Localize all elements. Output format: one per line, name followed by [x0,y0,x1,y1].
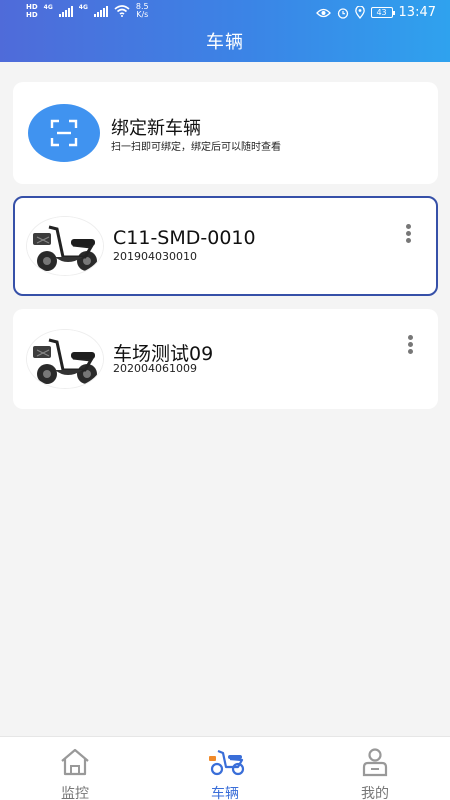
network-type-2: 4G [78,3,88,11]
vehicle-card[interactable]: 车场测试09 202004061009 [13,309,438,409]
user-icon [362,748,388,777]
hd-indicator-2: HD [26,11,38,19]
eye-icon [315,8,331,17]
scan-icon [50,119,78,147]
signal-icon [58,5,73,17]
home-icon [61,748,89,776]
network-speed-unit: K/s [136,10,149,19]
page-title: 车辆 [206,32,244,53]
wifi-icon [114,5,130,17]
status-bar: HD HD 4G 4G 8.5 K/s 43 13:47 [0,0,450,26]
vehicle-card[interactable]: C11-SMD-0010 201904030010 [13,196,438,296]
scooter-icon [209,749,245,776]
scan-button[interactable] [28,104,100,162]
vehicle-id: 201904030010 [113,250,197,263]
tab-mine-label: 我的 [361,786,389,800]
location-icon [354,6,365,19]
alarm-icon [337,7,348,19]
tab-vehicle[interactable]: 车辆 [150,737,300,800]
bind-subtitle: 扫一扫即可绑定，绑定后可以随时查看 [111,142,281,153]
hd-indicators: HD HD [26,3,38,19]
signal-icon [93,5,108,17]
tab-mine[interactable]: 我的 [300,737,450,800]
scooter-image [26,329,104,389]
bind-vehicle-card[interactable]: 绑定新车辆 扫一扫即可绑定，绑定后可以随时查看 [13,82,438,184]
clock-time: 13:47 [398,5,436,20]
tab-monitor[interactable]: 监控 [0,737,150,800]
header-bar: HD HD 4G 4G 8.5 K/s 43 13:47 车辆 [0,0,450,62]
battery-icon: 43 [370,7,395,18]
bind-title: 绑定新车辆 [111,118,201,139]
scooter-image [26,216,104,276]
tab-vehicle-label: 车辆 [211,786,239,800]
more-options-icon[interactable] [404,224,412,246]
vehicle-name: C11-SMD-0010 [113,227,256,249]
bottom-tab-bar: 监控 车辆 我的 [0,736,450,800]
network-type-1: 4G [43,3,53,11]
network-speed: 8.5 K/s [136,3,149,19]
tab-monitor-label: 监控 [61,786,89,800]
more-options-icon[interactable] [406,335,414,357]
hd-indicator-1: HD [26,3,38,11]
vehicle-id: 202004061009 [113,362,197,375]
